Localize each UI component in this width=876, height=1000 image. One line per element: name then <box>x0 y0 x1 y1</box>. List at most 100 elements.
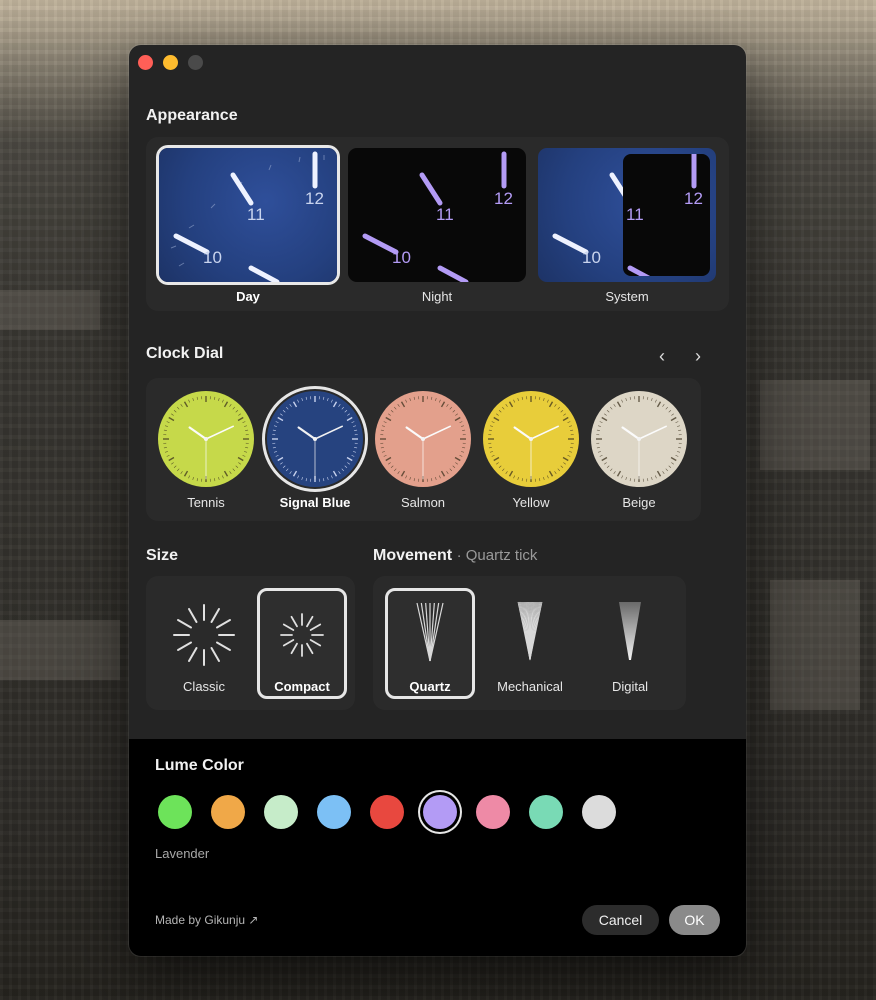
dial-tick <box>440 470 446 477</box>
dial-tick <box>647 478 649 482</box>
dial-option-salmon[interactable] <box>375 391 471 487</box>
dial-hand <box>422 425 451 440</box>
dial-tick <box>274 425 278 427</box>
dial-tick <box>601 456 608 462</box>
lume-swatch[interactable] <box>529 795 563 829</box>
dial-tick <box>272 447 276 449</box>
dial-tick <box>305 478 307 482</box>
dial-tick <box>280 462 283 465</box>
dial-tick <box>647 396 649 400</box>
clock-dial-title: Clock Dial <box>146 345 224 362</box>
dial-tick <box>616 470 622 477</box>
dial-tick <box>613 471 616 474</box>
dial-tick <box>599 421 603 424</box>
close-window-button[interactable] <box>138 55 153 70</box>
background-building <box>0 620 120 680</box>
dial-tick <box>188 475 191 479</box>
lume-swatch[interactable] <box>211 795 245 829</box>
dial-tick <box>452 465 456 468</box>
dial-tick <box>388 413 391 416</box>
movement-mechanical-label: Mechanical <box>497 679 563 694</box>
dial-tick <box>330 475 333 479</box>
dial-tick <box>563 413 566 416</box>
appearance-system-label: System <box>605 289 649 304</box>
selected-lume-name: Lavender <box>155 846 210 861</box>
dial-next-button[interactable]: › <box>685 343 711 369</box>
dial-tick <box>274 451 278 453</box>
dial-hand <box>530 425 559 440</box>
dial-tick <box>490 451 494 453</box>
movement-title: Movement · Quartz tick <box>373 547 537 565</box>
dial-tick <box>502 468 505 472</box>
dial-tick <box>462 447 466 449</box>
lume-swatch[interactable] <box>582 795 616 829</box>
dial-tick <box>229 471 232 474</box>
dial-tick <box>330 399 333 403</box>
dial-tick <box>676 451 680 453</box>
dial-prev-button[interactable]: ‹ <box>649 343 675 369</box>
dial-tick <box>196 478 198 482</box>
dial-tick <box>606 410 610 413</box>
lume-swatch[interactable] <box>370 795 404 829</box>
system-dark-overlay: 12 11 <box>623 154 710 276</box>
day-clock-preview: 12 11 10 <box>170 151 325 282</box>
dial-tick <box>380 447 384 449</box>
dial-tick <box>491 454 495 457</box>
lume-swatch[interactable] <box>264 795 298 829</box>
dial-tick <box>598 425 602 427</box>
dial-tick <box>409 398 411 402</box>
dial-center <box>529 437 533 441</box>
minimize-window-button[interactable] <box>163 55 178 70</box>
dial-option-beige[interactable] <box>591 391 687 487</box>
dial-option-signal-blue[interactable] <box>262 386 368 492</box>
cancel-button[interactable]: Cancel <box>582 905 659 935</box>
dial-option-yellow[interactable] <box>483 391 579 487</box>
chevron-right-icon: › <box>695 345 701 366</box>
dial-tick <box>508 470 514 477</box>
system-clock-preview-dark: 12 11 <box>626 154 703 276</box>
dial-tick <box>431 396 433 400</box>
dial-label: Beige <box>622 495 656 510</box>
dial-tick <box>214 478 216 482</box>
numeral-11: 11 <box>247 205 265 224</box>
dial-tick <box>243 451 247 453</box>
lume-swatch[interactable] <box>317 795 351 829</box>
dial-tick <box>662 404 665 407</box>
movement-title-text: Movement <box>373 547 453 564</box>
dial-tick <box>235 410 239 413</box>
dial-tick <box>383 421 387 424</box>
dial-tick <box>354 429 358 431</box>
dial-tick <box>243 425 247 427</box>
appearance-night-card[interactable]: 12 11 10 <box>348 148 526 282</box>
dial-tick <box>163 429 167 431</box>
dial-tick <box>390 465 394 468</box>
dial-tick <box>606 465 610 468</box>
size-ray <box>177 619 193 629</box>
made-by-link[interactable]: Made by Gikunju ↗ <box>155 913 258 927</box>
dial-hand <box>638 425 667 440</box>
dial-tick <box>446 404 449 407</box>
dial-tick <box>218 476 220 480</box>
zoom-window-button[interactable] <box>188 55 203 70</box>
dial-tick <box>670 416 677 422</box>
appearance-day-card[interactable]: 12 11 10 <box>159 148 337 282</box>
dial-tick <box>388 462 391 465</box>
dial-tick <box>232 468 235 472</box>
ok-button[interactable]: OK <box>669 905 720 935</box>
dial-option-tennis[interactable] <box>158 391 254 487</box>
dial-tick <box>491 421 495 424</box>
dial-tick <box>192 476 194 480</box>
appearance-system-card[interactable]: 10 12 11 <box>538 148 716 282</box>
dial-tick <box>275 454 279 457</box>
dial-tick <box>459 421 463 424</box>
lume-color-title: Lume Color <box>155 757 244 774</box>
dial-tick <box>665 406 668 410</box>
lume-swatch[interactable] <box>423 795 457 829</box>
dial-tick <box>400 470 406 477</box>
lume-swatch[interactable] <box>158 795 192 829</box>
dial-tick <box>245 447 249 449</box>
dial-tick <box>513 399 516 403</box>
lume-swatch[interactable] <box>476 795 510 829</box>
dial-tick <box>621 399 624 403</box>
dial-tick <box>196 396 198 400</box>
